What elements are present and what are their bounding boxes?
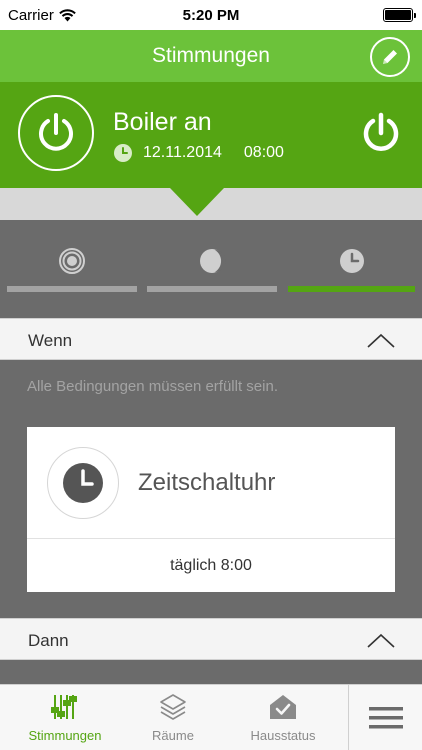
layers-icon: [160, 694, 186, 720]
sliders-icon: [51, 695, 77, 719]
mood-time: 08:00: [243, 144, 284, 161]
clock-icon: [63, 463, 103, 503]
hamburger-menu-icon: [368, 707, 403, 729]
mood-power-icon: [18, 95, 94, 171]
then-section-header[interactable]: Dann: [0, 618, 422, 660]
card-divider: [27, 538, 395, 539]
pointer-band: [0, 188, 422, 220]
mood-power-button[interactable]: [360, 112, 402, 154]
nav-bar: Stimmungen: [0, 30, 422, 82]
tab-indicator: [288, 286, 415, 292]
tab-clock[interactable]: [288, 220, 415, 318]
power-icon: [363, 112, 399, 151]
tab-indicator: [147, 286, 277, 292]
tab-target[interactable]: [7, 220, 137, 318]
power-icon: [39, 113, 73, 151]
tab-stimmungen[interactable]: Stimmungen: [10, 685, 120, 750]
house-check-icon: [270, 695, 296, 719]
mood-name: Boiler an: [113, 108, 212, 136]
condition-card[interactable]: Zeitschaltuhr täglich 8:00: [27, 427, 395, 592]
tab-raeume[interactable]: Räume: [118, 685, 228, 750]
if-section-header[interactable]: Wenn: [0, 318, 422, 360]
then-section-label: Dann: [28, 631, 69, 650]
mode-tabs: [0, 220, 422, 318]
condition-detail: täglich 8:00: [170, 557, 252, 574]
clock-icon: [339, 249, 364, 273]
mood-schedule: 12.11.2014 08:00: [113, 143, 284, 163]
mood-summary: Boiler an 12.11.2014 08:00: [0, 82, 422, 188]
conditions-hint: Alle Bedingungen müssen erfüllt sein.: [27, 378, 278, 395]
tab-indicator: [7, 286, 137, 292]
tab-label: Stimmungen: [28, 728, 102, 743]
tab-hausstatus[interactable]: Hausstatus: [228, 685, 338, 750]
clock-icon: [114, 144, 132, 162]
chevron-up-icon: [367, 633, 395, 648]
condition-title: Zeitschaltuhr: [138, 469, 276, 496]
status-time: 5:20 PM: [182, 7, 240, 24]
tab-label: Räume: [152, 728, 194, 743]
mood-date: 12.11.2014: [143, 144, 222, 161]
moon-icon: [200, 249, 226, 273]
chevron-up-icon: [367, 333, 395, 348]
pencil-icon: [383, 50, 397, 64]
battery-icon: [383, 8, 416, 22]
tab-moon[interactable]: [147, 220, 277, 318]
timer-icon-circle: [47, 447, 119, 519]
if-section-label: Wenn: [28, 331, 73, 350]
menu-button[interactable]: [349, 685, 422, 750]
bottom-tab-bar: Stimmungen Räume Hausstatus: [0, 684, 422, 750]
edit-button[interactable]: [370, 37, 410, 77]
target-icon: [59, 248, 85, 274]
page-title: Stimmungen: [152, 44, 270, 67]
tab-label: Hausstatus: [250, 728, 316, 743]
pointer-arrow: [170, 188, 224, 216]
status-bar: Carrier 5:20 PM: [0, 0, 422, 30]
